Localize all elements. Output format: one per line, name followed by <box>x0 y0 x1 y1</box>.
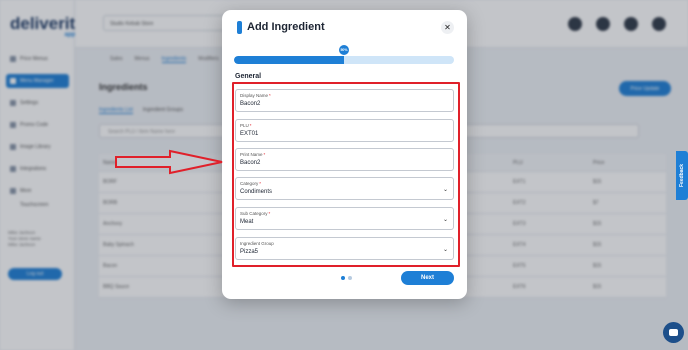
field-label: Sub Category* <box>240 211 271 216</box>
field-label: PLU* <box>240 123 252 128</box>
chevron-down-icon: ⌄ <box>442 187 448 193</box>
section-title-general: General <box>235 73 262 80</box>
display-name-field[interactable]: Display Name* Bacon2 <box>235 89 454 112</box>
progress-fill <box>234 56 344 64</box>
field-value: EXT01 <box>240 131 259 137</box>
feedback-tab[interactable]: Feedback <box>676 151 688 200</box>
annotation-arrow-icon <box>115 149 223 175</box>
print-name-field[interactable]: Print Name* Bacon2 <box>235 148 454 171</box>
field-label: Category* <box>240 181 262 186</box>
field-label: Display Name* <box>240 93 271 98</box>
sub-category-select[interactable]: Sub Category* Meat ⌄ <box>235 207 454 230</box>
chevron-down-icon: ⌄ <box>442 217 448 223</box>
ingredient-group-select[interactable]: Ingredient Group Pizza5 ⌄ <box>235 237 454 260</box>
field-value: Pizza5 <box>240 249 259 255</box>
close-icon[interactable]: ✕ <box>441 21 454 34</box>
step-indicator <box>341 276 352 280</box>
field-value: Bacon2 <box>240 160 261 166</box>
chat-bubble-icon[interactable] <box>663 322 684 343</box>
chevron-down-icon: ⌄ <box>442 247 448 253</box>
field-label: Ingredient Group <box>240 241 274 246</box>
modal-title: Add Ingredient <box>247 21 325 33</box>
field-value: Meat <box>240 219 254 225</box>
next-button[interactable]: Next <box>401 271 454 285</box>
field-value: Bacon2 <box>240 101 261 107</box>
progress-bar <box>234 56 454 64</box>
plu-field[interactable]: PLU* EXT01 <box>235 119 454 142</box>
step-dot <box>348 276 352 280</box>
step-dot-active <box>341 276 345 280</box>
add-ingredient-modal: Add Ingredient ✕ 50% General Display Nam… <box>222 10 467 299</box>
field-value: Condiments <box>240 189 273 195</box>
title-accent-bar <box>237 21 242 34</box>
category-select[interactable]: Category* Condiments ⌄ <box>235 177 454 200</box>
progress-percent-badge: 50% <box>338 44 350 56</box>
field-label: Print Name* <box>240 152 266 157</box>
